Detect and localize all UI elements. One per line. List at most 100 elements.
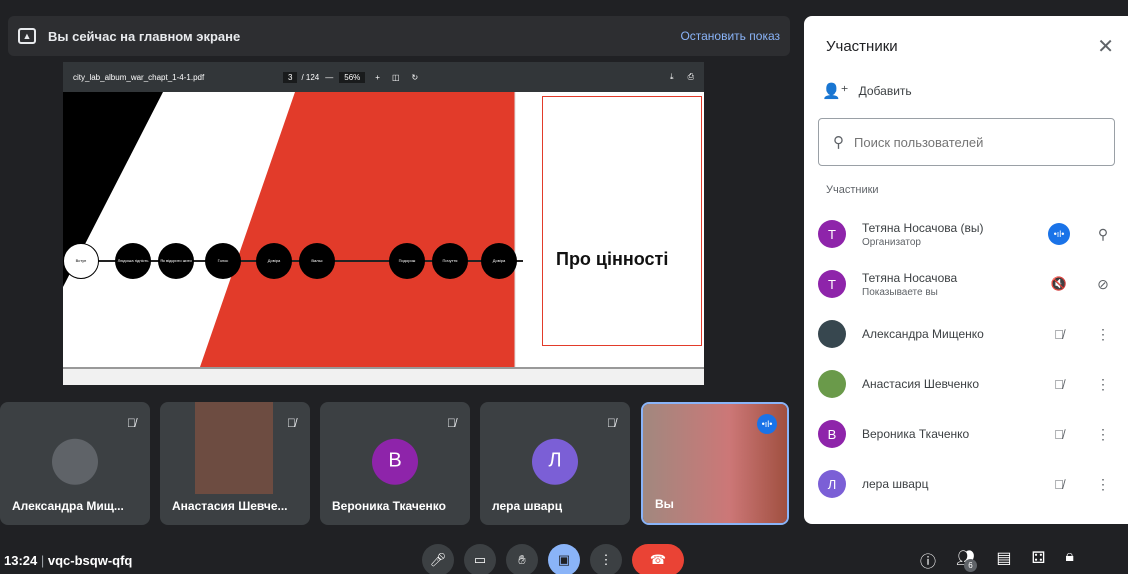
presenting-banner: ▲ Вы сейчас на главном экране Остановить… (8, 16, 790, 56)
leave-call-icon[interactable]: ☎︎ (632, 544, 684, 574)
zoom-out-icon[interactable]: — (325, 73, 333, 82)
participant-name: Тетяна Носачова (862, 270, 958, 285)
tile-name: Александра Мищ... (12, 499, 124, 513)
people-icon[interactable]: 👥︎ 6 (956, 548, 978, 574)
avatar (818, 370, 846, 398)
mic-off-icon[interactable]: 🎙̸ (1044, 427, 1074, 442)
search-input[interactable] (854, 134, 1074, 150)
avatar: Т (818, 270, 846, 298)
shared-screen: city_lab_album_war_chapt_1-4-1.pdf 3 / 1… (63, 62, 704, 385)
participant-tile[interactable]: 🎙̸ В Вероника Ткаченко (320, 402, 470, 525)
mic-off-icon: 🎙̸ (287, 416, 296, 430)
search-icon: ⚲ (833, 134, 844, 151)
slide-title: Про цінності (556, 249, 669, 269)
participant-name: Тетяна Носачова (вы) (862, 220, 984, 235)
camera-icon[interactable]: ▭ (464, 544, 496, 574)
present-screen-icon: ▲ (18, 28, 36, 44)
unpin-icon[interactable]: ⊘ (1088, 276, 1118, 293)
more-options-icon[interactable]: ⋮ (590, 544, 622, 574)
close-icon[interactable]: ✕ (1097, 34, 1114, 59)
timeline-node: Подорож (389, 243, 425, 279)
participant-name: Анастасия Шевченко (862, 377, 979, 391)
pdf-toolbar: city_lab_album_war_chapt_1-4-1.pdf 3 / 1… (63, 62, 704, 92)
audio-off-icon[interactable]: 🔇 (1044, 276, 1074, 292)
participant-name: Александра Мищенко (862, 327, 984, 341)
print-icon[interactable]: ⎙ (688, 72, 694, 82)
meeting-code: vqc-bsqw-qfq (47, 553, 133, 568)
timeline-node: Вальс (299, 243, 335, 279)
chat-icon[interactable]: ▤ (996, 548, 1011, 574)
zoom-in-icon[interactable]: + (375, 73, 380, 82)
host-controls-icon[interactable]: 🔒︎ (1065, 548, 1074, 574)
mic-off-icon: 🎙̸ (447, 416, 456, 430)
timeline-node: Довіра (256, 243, 292, 279)
participant-name: Вероника Ткаченко (862, 427, 970, 441)
participant-row[interactable]: Т Тетяна Носачова (вы) Организатор •ıl• … (818, 214, 1118, 254)
pdf-zoom[interactable]: 56% (339, 71, 366, 83)
avatar: В (372, 438, 418, 485)
avatar (52, 438, 98, 485)
bottom-bar: 13:24 | vqc-bsqw-qfq 🎤︎ ▭ ✋︎ ▣ ⋮ ☎︎ ⓘ 👥︎… (0, 540, 1128, 574)
tile-name: лера шварц (492, 499, 563, 513)
participant-tile[interactable]: 🎙̸ Александра Мищ... (0, 402, 150, 525)
participants-count-badge: 6 (964, 559, 978, 572)
mic-off-icon[interactable]: 🎙̸ (1044, 377, 1074, 392)
more-options-icon[interactable]: ⋮ (1088, 376, 1118, 393)
avatar: Т (818, 220, 846, 248)
add-people-button[interactable]: 👤⁺ Добавить (822, 82, 912, 100)
timeline-node: Людська гідність (115, 243, 151, 279)
avatar: В (818, 420, 846, 448)
timeline-node: Голос (205, 243, 241, 279)
tile-name: Анастасия Шевче... (172, 499, 288, 513)
pdf-page-total: / 124 (301, 72, 320, 82)
mic-off-icon: 🎙̸ (607, 416, 616, 430)
participant-row[interactable]: Александра Мищенко 🎙̸ ⋮ (818, 314, 1118, 354)
avatar: Л (818, 470, 846, 498)
side-controls: ⓘ 👥︎ 6 ▤ ⚃ 🔒︎ (920, 548, 1074, 574)
more-options-icon[interactable]: ⋮ (1088, 476, 1118, 493)
pdf-slide: Вступ Людська гідність Як відкрито жити … (63, 92, 704, 367)
participant-tile[interactable]: 🎙̸ Анастасия Шевче... (160, 402, 310, 525)
clock: 13:24 (4, 553, 38, 568)
participant-tile[interactable]: 🎙̸ Л лера шварц (480, 402, 630, 525)
stop-presenting-button[interactable]: Остановить показ (680, 29, 780, 43)
timeline-node: Вступ (63, 243, 99, 279)
info-icon[interactable]: ⓘ (920, 548, 936, 574)
call-controls: 🎤︎ ▭ ✋︎ ▣ ⋮ ☎︎ (422, 544, 684, 574)
pin-icon[interactable]: ⚲ (1088, 226, 1118, 243)
self-tile[interactable]: •ıl• Вы (641, 402, 789, 525)
participant-row[interactable]: В Вероника Ткаченко 🎙̸ ⋮ (818, 414, 1118, 454)
meeting-info: 13:24 | vqc-bsqw-qfq (4, 553, 132, 568)
fit-page-icon[interactable]: ◫ (392, 73, 400, 82)
timeline-node: Довіра (481, 243, 517, 279)
participant-name: лера шварц (862, 477, 929, 491)
participant-row[interactable]: Т Тетяна Носачова Показываете вы 🔇 ⊘ (818, 264, 1118, 304)
more-options-icon[interactable]: ⋮ (1088, 426, 1118, 443)
participants-panel: Участники ✕ 👤⁺ Добавить ⚲ Участники Т Те… (804, 16, 1128, 524)
tile-name: Вероника Ткаченко (332, 499, 446, 513)
mic-off-icon[interactable]: 🎙̸ (1044, 327, 1074, 342)
timeline-node: Як відкрито жити (158, 243, 194, 279)
rotate-icon[interactable]: ↻ (412, 73, 419, 82)
section-label: Участники (826, 184, 879, 196)
more-options-icon[interactable]: ⋮ (1088, 326, 1118, 343)
microphone-icon[interactable]: 🎤︎ (422, 544, 454, 574)
participant-role: Организатор (862, 236, 921, 248)
divider: | (40, 553, 48, 568)
search-box[interactable]: ⚲ (818, 118, 1115, 166)
mic-off-icon[interactable]: 🎙̸ (1044, 477, 1074, 492)
speaking-indicator-icon: •ıl• (757, 414, 777, 434)
participant-row[interactable]: Л лера шварц 🎙̸ ⋮ (818, 464, 1118, 504)
participant-row[interactable]: Анастасия Шевченко 🎙̸ ⋮ (818, 364, 1118, 404)
avatar: Л (532, 438, 578, 485)
avatar (818, 320, 846, 348)
download-icon[interactable]: ⤓ (670, 72, 674, 82)
present-screen-icon[interactable]: ▣ (548, 544, 580, 574)
speaking-indicator-icon: •ıl• (1048, 223, 1070, 245)
raise-hand-icon[interactable]: ✋︎ (506, 544, 538, 574)
pdf-page-input[interactable]: 3 (283, 71, 298, 83)
banner-title: Вы сейчас на главном экране (48, 28, 241, 44)
add-people-label: Добавить (858, 84, 912, 98)
activities-icon[interactable]: ⚃ (1031, 548, 1045, 574)
add-person-icon: 👤⁺ (822, 83, 849, 100)
